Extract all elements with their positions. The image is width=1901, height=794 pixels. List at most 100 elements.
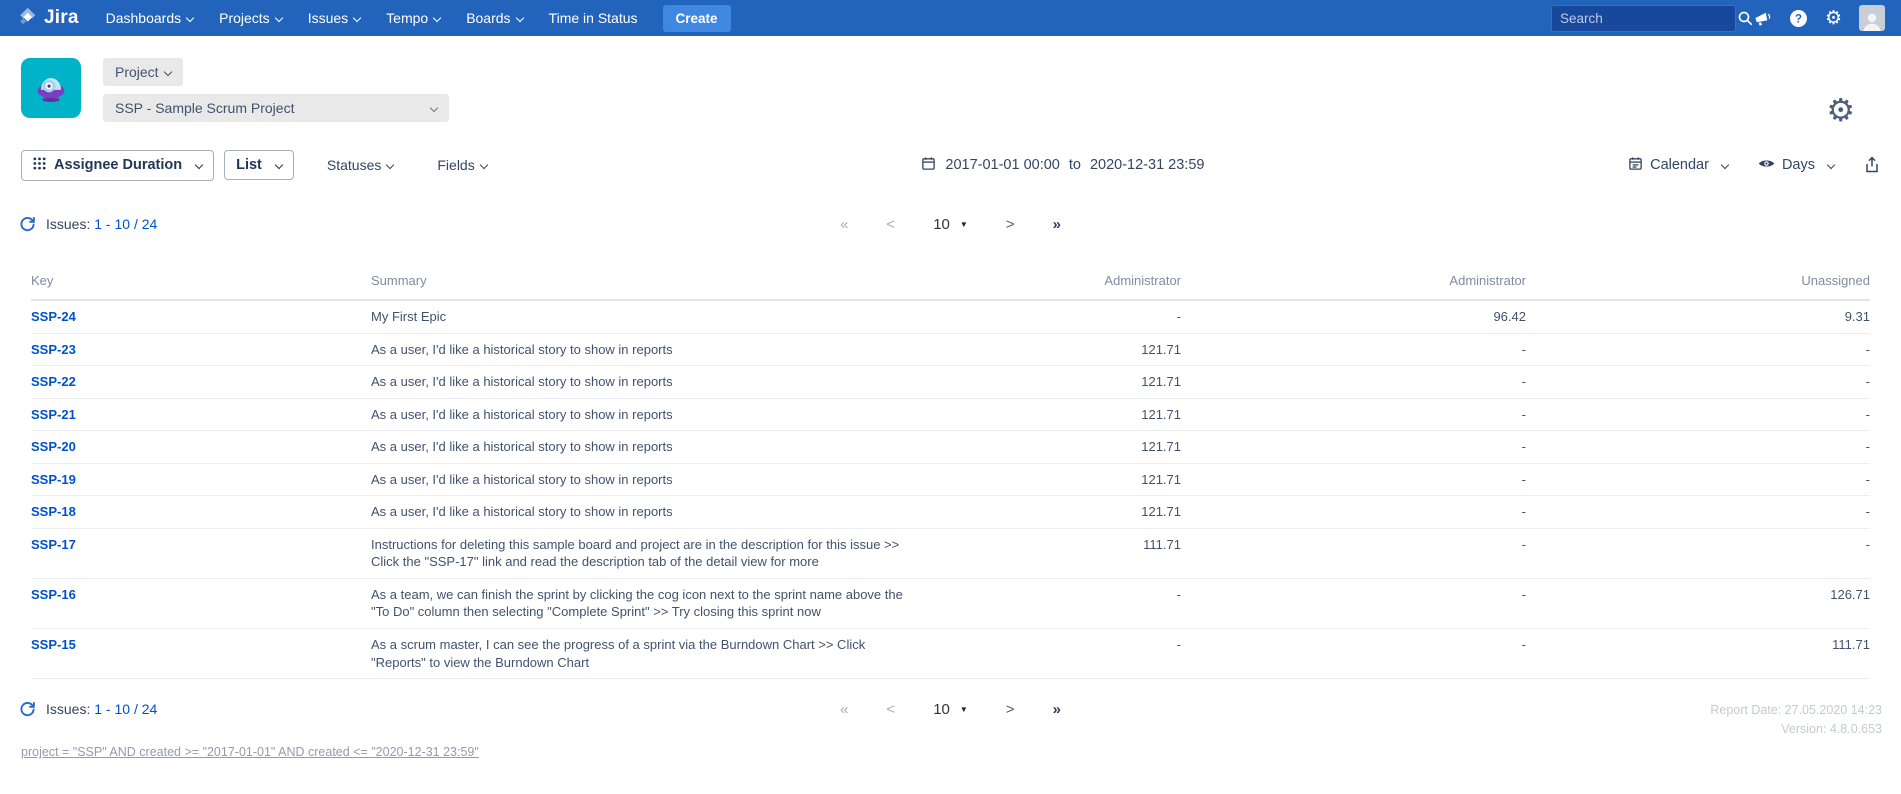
duration-administrator-1: - [931,578,1181,628]
chevron-down-icon [163,68,171,76]
report-info: Report Date: 27.05.2020 14:23 Version: 4… [1710,701,1882,740]
statuses-dropdown[interactable]: Statuses [316,151,404,179]
time-unit-dropdown[interactable]: Days [1758,157,1834,173]
date-range-picker[interactable]: 2017-01-01 00:00 to 2020-12-31 23:59 [921,156,1204,175]
table-row: SSP-23 As a user, I'd like a historical … [31,333,1870,366]
issue-key-link[interactable]: SSP-21 [31,407,76,422]
duration-administrator-2: - [1181,578,1526,628]
issue-key-link[interactable]: SSP-16 [31,587,76,602]
issue-key-link[interactable]: SSP-23 [31,342,76,357]
duration-unassigned: - [1526,528,1870,578]
duration-unassigned: - [1526,366,1870,399]
page-size-dropdown[interactable]: 10 ▼ [933,216,968,233]
chevron-down-icon [195,161,203,169]
help-icon[interactable]: ? [1789,9,1808,28]
svg-text:?: ? [1795,13,1802,25]
issue-key-link[interactable]: SSP-22 [31,374,76,389]
jql-query-link[interactable]: project = "SSP" AND created >= "2017-01-… [21,745,479,759]
project-select[interactable]: SSP - Sample Scrum Project [103,94,449,122]
report-version: Version: 4.8.0.653 [1710,720,1882,739]
chevron-down-icon [1721,161,1729,169]
duration-administrator-1: 111.71 [931,528,1181,578]
chevron-down-icon [479,161,487,169]
issue-summary: As a user, I'd like a historical story t… [371,496,931,529]
report-toolbar: Assignee Duration List Statuses Fields 2… [0,148,1901,182]
page-size-dropdown[interactable]: 10 ▼ [933,701,968,718]
issue-key-link[interactable]: SSP-18 [31,504,76,519]
duration-unassigned: - [1526,333,1870,366]
duration-administrator-2: - [1181,629,1526,679]
chevron-down-icon [353,14,361,22]
avatar[interactable] [1859,5,1885,31]
duration-unassigned: 9.31 [1526,300,1870,333]
report-type-button[interactable]: Assignee Duration [21,150,214,181]
duration-administrator-1: 121.71 [931,398,1181,431]
fields-dropdown[interactable]: Fields [426,151,497,179]
next-page-button[interactable]: > [1006,216,1015,233]
issue-summary: As a user, I'd like a historical story t… [371,333,931,366]
column-header-administrator-1: Administrator [931,265,1181,300]
project-avatar [21,58,81,118]
issue-summary: As a user, I'd like a historical story t… [371,398,931,431]
first-page-button[interactable]: « [840,216,848,233]
nav-item-time-in-status[interactable]: Time in Status [536,10,651,26]
table-row: SSP-15 As a scrum master, I can see the … [31,629,1870,679]
issues-bar-top: Issues: 1 - 10 / 24 « < 10 ▼ > » [0,209,1901,239]
chevron-down-icon [275,161,283,169]
search-input[interactable] [1560,11,1737,26]
issue-key-link[interactable]: SSP-17 [31,537,76,552]
next-page-button[interactable]: > [1006,701,1015,718]
last-page-button[interactable]: » [1053,216,1061,233]
duration-administrator-2: - [1181,496,1526,529]
issue-summary: As a scrum master, I can see the progres… [371,629,931,679]
top-navbar: Jira Dashboards Projects Issues Tempo Bo… [0,0,1901,36]
date-from: 2017-01-01 00:00 [945,157,1060,173]
table-row: SSP-17 Instructions for deleting this sa… [31,528,1870,578]
nav-item-tempo[interactable]: Tempo [373,10,453,26]
duration-administrator-1: 121.71 [931,333,1181,366]
date-separator: to [1069,157,1081,173]
first-page-button[interactable]: « [840,701,848,718]
duration-administrator-2: - [1181,333,1526,366]
report-settings-gear-icon[interactable]: ⚙ [1826,94,1855,126]
nav-item-issues[interactable]: Issues [295,10,373,26]
issue-key-link[interactable]: SSP-15 [31,637,76,652]
search-box[interactable] [1551,5,1736,32]
nav-item-boards[interactable]: Boards [453,10,535,26]
duration-administrator-2: - [1181,366,1526,399]
project-header: Project SSP - Sample Scrum Project ⚙ [0,36,1901,128]
calendar-type-dropdown[interactable]: Calendar [1628,156,1728,175]
last-page-button[interactable]: » [1053,701,1061,718]
nav-item-projects[interactable]: Projects [206,10,295,26]
prev-page-button[interactable]: < [886,216,895,233]
issue-key-link[interactable]: SSP-19 [31,472,76,487]
eye-icon [1758,157,1775,173]
refresh-icon[interactable] [19,701,36,718]
grid-icon [33,157,46,174]
duration-administrator-2: - [1181,463,1526,496]
issue-summary: As a user, I'd like a historical story t… [371,463,931,496]
chevron-down-icon [433,14,441,22]
export-icon[interactable] [1864,156,1880,174]
duration-unassigned: - [1526,398,1870,431]
gear-icon[interactable]: ⚙ [1825,9,1842,28]
issue-summary: As a team, we can finish the sprint by c… [371,578,931,628]
chevron-down-icon [274,14,282,22]
column-header-key: Key [31,265,371,300]
issue-key-link[interactable]: SSP-20 [31,439,76,454]
project-scope-button[interactable]: Project [103,58,183,86]
megaphone-icon[interactable] [1753,9,1772,28]
prev-page-button[interactable]: < [886,701,895,718]
search-icon[interactable] [1737,10,1753,26]
jira-logo-icon [16,5,38,32]
refresh-icon[interactable] [19,216,36,233]
table-row: SSP-20 As a user, I'd like a historical … [31,431,1870,464]
jira-logo[interactable]: Jira [16,5,79,32]
issues-bar-bottom: Issues: 1 - 10 / 24 « < 10 ▼ > » Report … [0,701,1901,737]
create-button[interactable]: Create [663,5,731,32]
table-row: SSP-19 As a user, I'd like a historical … [31,463,1870,496]
duration-unassigned: - [1526,496,1870,529]
view-type-button[interactable]: List [224,150,294,180]
nav-item-dashboards[interactable]: Dashboards [93,10,207,26]
issue-key-link[interactable]: SSP-24 [31,309,76,324]
